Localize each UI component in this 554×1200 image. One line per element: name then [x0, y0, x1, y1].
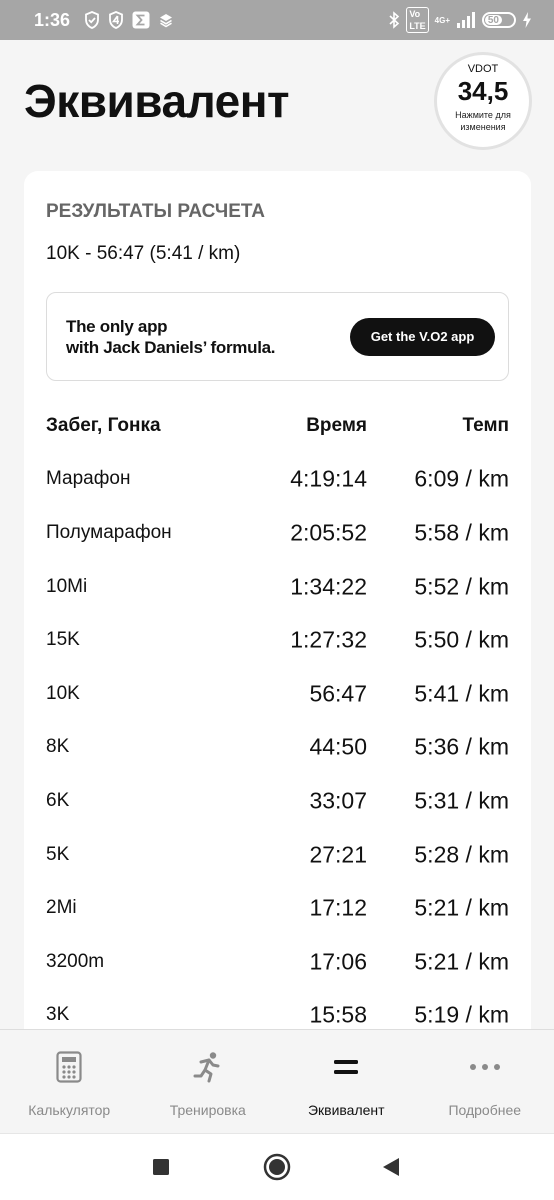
- system-nav-bar: [0, 1133, 554, 1200]
- table-row: Полумарафон 2:05:52 5:58 / km: [46, 506, 509, 560]
- table-row: 3200m 17:06 5:21 / km: [46, 935, 509, 989]
- race-name: 2Mi: [46, 897, 77, 919]
- status-bar: 1:36 Vo LTE 4G+ 50: [0, 0, 554, 40]
- layers-icon: [160, 14, 173, 28]
- table-header: Забег, Гонка Время Темп: [46, 399, 509, 453]
- race-pace: 5:50 / km: [414, 626, 509, 653]
- tab-equivalent[interactable]: Эквивалент: [277, 1030, 416, 1133]
- tab-label: Подробнее: [448, 1102, 522, 1118]
- volte-badge: Vo LTE: [406, 7, 429, 33]
- race-time: 17:06: [309, 948, 367, 975]
- header-time: Время: [306, 414, 367, 436]
- race-name: 3K: [46, 1004, 70, 1026]
- recents-square-icon[interactable]: [152, 1158, 170, 1176]
- race-time: 1:27:32: [290, 626, 367, 653]
- race-time: 56:47: [309, 680, 367, 707]
- table-row: 5K 27:21 5:28 / km: [46, 828, 509, 882]
- results-section-title: РЕЗУЛЬТАТЫ РАСЧЕТА: [46, 201, 266, 222]
- race-time: 4:19:14: [290, 465, 367, 492]
- table-row: 8K 44:50 5:36 / km: [46, 721, 509, 775]
- table-row: Марафон 4:19:14 6:09 / km: [46, 453, 509, 507]
- vdot-hint: Нажмите для изменения: [455, 110, 511, 132]
- runner-icon: [193, 1052, 220, 1083]
- promo-text: The only app with Jack Daniels’ formula.: [66, 316, 276, 357]
- race-time: 2:05:52: [290, 519, 367, 546]
- table-row: 3K 15:58 5:19 / km: [46, 989, 509, 1029]
- bluetooth-icon: [389, 11, 400, 29]
- table-row: 6K 33:07 5:31 / km: [46, 774, 509, 828]
- race-pace: 5:21 / km: [414, 948, 509, 975]
- race-pace: 5:19 / km: [414, 1001, 509, 1028]
- status-right-icons: Vo LTE 4G+ 50: [388, 7, 532, 33]
- race-name: 5K: [46, 843, 70, 865]
- race-time: 1:34:22: [290, 573, 367, 600]
- table-row: 10Mi 1:34:22 5:52 / km: [46, 560, 509, 614]
- race-name: Полумарафон: [46, 521, 172, 543]
- network-type-label: 4G+: [434, 15, 450, 25]
- race-pace: 5:41 / km: [414, 680, 509, 707]
- race-pace: 6:09 / km: [414, 465, 509, 492]
- equals-icon: [334, 1060, 359, 1074]
- vdot-value: 34,5: [457, 76, 509, 106]
- back-triangle-icon[interactable]: [382, 1157, 400, 1177]
- race-name: 3200m: [46, 950, 105, 972]
- tab-calculator[interactable]: Калькулятор: [0, 1030, 139, 1133]
- tab-more[interactable]: Подробнее: [416, 1030, 554, 1133]
- race-time: 44:50: [309, 733, 367, 760]
- tab-label: Калькулятор: [28, 1102, 111, 1118]
- race-pace: 5:52 / km: [414, 573, 509, 600]
- race-pace: 5:31 / km: [414, 787, 509, 814]
- header-pace: Темп: [462, 414, 509, 436]
- battery-icon: 50: [482, 12, 516, 28]
- race-pace: 5:28 / km: [414, 841, 509, 868]
- page-title: Эквивалент: [24, 75, 290, 127]
- table-row: 2Mi 17:12 5:21 / km: [46, 881, 509, 935]
- race-name: 10Mi: [46, 575, 88, 597]
- race-pace: 5:58 / km: [414, 519, 509, 546]
- bottom-tab-bar: Калькулятор Тренировка Эквивалент Подроб…: [0, 1029, 554, 1133]
- signal-strength-icon: [457, 12, 475, 28]
- charging-bolt-icon: [523, 12, 531, 28]
- race-pace: 5:36 / km: [414, 733, 509, 760]
- get-app-button[interactable]: Get the V.O2 app: [350, 317, 495, 356]
- race-pace: 5:21 / km: [414, 894, 509, 921]
- race-time: 17:12: [309, 894, 367, 921]
- table-row: 15K 1:27:32 5:50 / km: [46, 613, 509, 667]
- race-name: 6K: [46, 789, 70, 811]
- header-race: Забег, Гонка: [46, 414, 161, 436]
- equivalents-table: Забег, Гонка Время Темп Марафон 4:19:14 …: [46, 399, 509, 1029]
- status-left-icons: [84, 11, 174, 29]
- status-time: 1:36: [34, 9, 71, 30]
- shield-check-icon: [85, 11, 99, 29]
- race-name: 10K: [46, 682, 80, 704]
- page-header: Эквивалент VDOT 34,5 Нажмите для изменен…: [0, 40, 554, 170]
- vdot-button[interactable]: VDOT 34,5 Нажмите для изменения: [434, 52, 532, 150]
- more-dots-icon: [469, 1064, 500, 1070]
- shield-number-icon: [109, 11, 123, 29]
- tab-training[interactable]: Тренировка: [139, 1030, 278, 1133]
- race-time: 15:58: [309, 1001, 367, 1028]
- results-card: РЕЗУЛЬТАТЫ РАСЧЕТА 10K - 56:47 (5:41 / k…: [24, 171, 531, 1029]
- vdot-label: VDOT: [467, 63, 499, 75]
- race-time: 33:07: [309, 787, 367, 814]
- tab-label: Эквивалент: [307, 1102, 385, 1118]
- sigma-app-icon: [132, 11, 150, 29]
- home-circle-icon[interactable]: [263, 1153, 291, 1181]
- race-name: 8K: [46, 736, 70, 758]
- battery-level: 50: [485, 15, 502, 26]
- results-summary: 10K - 56:47 (5:41 / km): [46, 243, 241, 264]
- race-name: 15K: [46, 629, 80, 651]
- table-row: 10K 56:47 5:41 / km: [46, 667, 509, 721]
- promo-banner[interactable]: The only app with Jack Daniels’ formula.…: [46, 292, 509, 381]
- tab-label: Тренировка: [169, 1102, 246, 1118]
- calculator-icon: [56, 1051, 82, 1083]
- race-name: Марафон: [46, 468, 131, 490]
- race-time: 27:21: [309, 841, 367, 868]
